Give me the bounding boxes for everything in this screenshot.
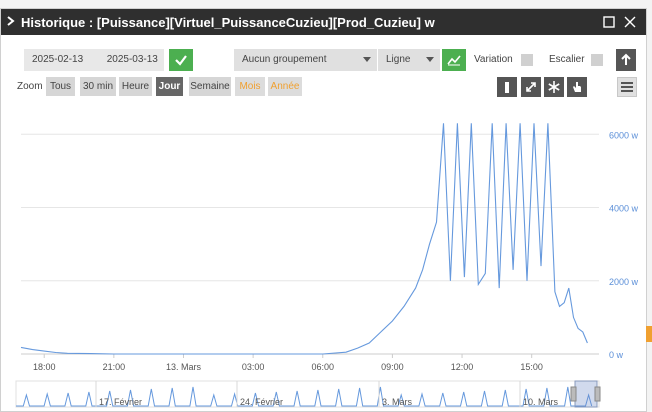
chevron-right-icon[interactable] bbox=[7, 15, 21, 29]
check-icon bbox=[175, 55, 187, 66]
bar-icon bbox=[505, 82, 509, 93]
snowflake-icon bbox=[548, 81, 560, 93]
x-tick-label: 15:00 bbox=[520, 362, 543, 372]
chart-style-select[interactable]: Ligne bbox=[378, 49, 440, 71]
power-history-chart: 0 w 2000 w 4000 w 6000 w 18:00 21:00 13. Mars 0… bbox=[15, 123, 639, 408]
variation-label: Variation bbox=[474, 54, 513, 65]
navigator-tick-label: 10. Mars bbox=[523, 397, 559, 407]
zoom-month-button[interactable]: Mois bbox=[235, 77, 265, 96]
snowflake-button[interactable] bbox=[544, 77, 564, 97]
navigator-right-handle[interactable] bbox=[594, 386, 601, 402]
close-icon[interactable] bbox=[622, 14, 638, 30]
side-handle[interactable] bbox=[646, 326, 652, 342]
title-bar: Historique : [Puissance][Virtuel_Puissan… bbox=[1, 9, 646, 35]
grouping-value: Aucun groupement bbox=[242, 54, 327, 65]
hand-icon bbox=[573, 82, 581, 92]
chevron-down-icon bbox=[363, 57, 371, 62]
zoom-week-button[interactable]: Semaine bbox=[189, 77, 231, 96]
x-tick-label: 21:00 bbox=[103, 362, 126, 372]
navigator-selection[interactable] bbox=[574, 380, 598, 408]
zoom-all-button[interactable]: Tous bbox=[46, 77, 75, 96]
x-tick-label: 03:00 bbox=[242, 362, 265, 372]
line-chart-icon bbox=[447, 55, 461, 66]
y-tick-label: 0 w bbox=[609, 350, 624, 360]
menu-icon bbox=[621, 82, 633, 92]
pan-button[interactable] bbox=[567, 77, 587, 97]
x-tick-label: 06:00 bbox=[312, 362, 335, 372]
end-date-input[interactable]: 2025-03-13 bbox=[107, 54, 158, 65]
zoom-day-button[interactable]: Jour bbox=[156, 77, 183, 96]
chart-style-value: Ligne bbox=[386, 54, 411, 65]
stair-checkbox[interactable] bbox=[591, 54, 603, 66]
zoom-year-button[interactable]: Année bbox=[268, 77, 302, 96]
navigator-tick-label: 17. Février bbox=[99, 397, 142, 407]
zoom-hour-button[interactable]: Heure bbox=[119, 77, 152, 96]
x-tick-label: 12:00 bbox=[451, 362, 474, 372]
chart-menu-button[interactable] bbox=[617, 77, 637, 97]
zoom-30min-button[interactable]: 30 min bbox=[80, 77, 116, 96]
history-window: Historique : [Puissance][Virtuel_Puissan… bbox=[0, 8, 647, 412]
arrow-up-icon bbox=[621, 53, 631, 65]
navigator-tick-label: 24. Février bbox=[240, 397, 283, 407]
compress-icon bbox=[526, 82, 536, 92]
apply-dates-button[interactable] bbox=[169, 49, 193, 71]
power-series-line bbox=[20, 123, 588, 355]
export-button[interactable] bbox=[616, 49, 636, 71]
maximize-icon[interactable] bbox=[601, 14, 617, 30]
y-tick-label: 4000 w bbox=[609, 204, 639, 214]
compress-button[interactable] bbox=[521, 77, 541, 97]
start-date-input[interactable]: 2025-02-13 bbox=[32, 54, 83, 65]
window-title: Historique : [Puissance][Virtuel_Puissan… bbox=[21, 14, 435, 30]
x-tick-label: 13. Mars bbox=[166, 362, 202, 372]
navigator-left-handle[interactable] bbox=[570, 386, 577, 402]
chevron-down-icon bbox=[426, 57, 434, 62]
chart-type-button[interactable] bbox=[442, 49, 466, 71]
stair-label: Escalier bbox=[549, 54, 585, 65]
x-tick-label: 18:00 bbox=[33, 362, 56, 372]
bar-mode-button[interactable] bbox=[497, 77, 517, 97]
navigator-tick-label: 3. Mars bbox=[382, 397, 413, 407]
y-tick-label: 6000 w bbox=[609, 130, 639, 140]
x-tick-label: 09:00 bbox=[381, 362, 404, 372]
zoom-label: Zoom bbox=[17, 81, 43, 92]
date-range: 2025-02-13 2025-03-13 bbox=[24, 49, 164, 71]
variation-checkbox[interactable] bbox=[521, 54, 533, 66]
y-tick-label: 2000 w bbox=[609, 277, 639, 287]
grouping-select[interactable]: Aucun groupement bbox=[234, 49, 377, 71]
